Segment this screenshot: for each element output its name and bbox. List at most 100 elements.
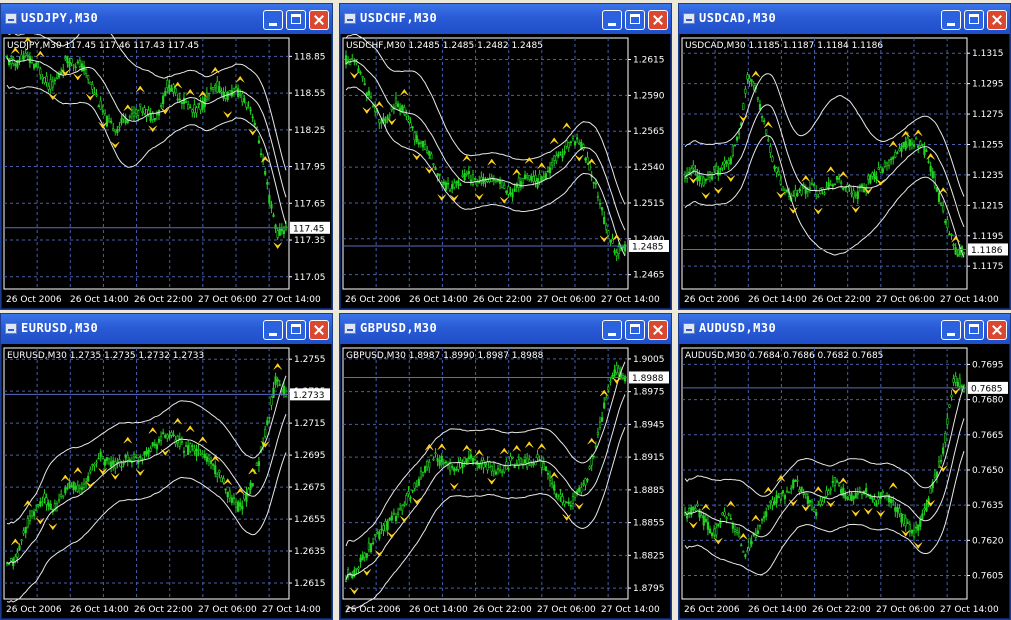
candle-body: [228, 490, 231, 499]
candlestick: [615, 361, 618, 375]
maximize-button[interactable]: [286, 320, 306, 340]
candlestick: [463, 169, 466, 183]
candle-body: [565, 501, 568, 504]
candlestick: [234, 498, 238, 512]
chart-area[interactable]: 26 Oct 2006 26 Oct 14:00 26 Oct 22:00 27 Oc…: [341, 34, 670, 308]
maximize-button[interactable]: [625, 10, 645, 30]
candle-body: [798, 489, 801, 492]
candle-body: [600, 417, 604, 422]
candlestick: [216, 75, 219, 94]
chart-window-usdchf[interactable]: USDCHF,M30 26 Oct 2006 26 Oct 14:00 26 Oct…: [339, 3, 672, 310]
x-axis-tick-label: 26 Oct 22:00: [134, 605, 193, 615]
candle-body: [613, 369, 616, 376]
chart-window-usdcad[interactable]: USDCAD,M30 26 Oct 2006 26 Oct 14:00 26 Oct…: [678, 3, 1011, 310]
chart-window-icon[interactable]: [5, 323, 17, 334]
candle-body: [765, 511, 768, 517]
close-button[interactable]: [648, 10, 668, 30]
candlestick: [259, 148, 263, 158]
candle-body: [781, 186, 784, 191]
window-titlebar[interactable]: EURUSD,M30: [1, 314, 332, 344]
maximize-button[interactable]: [625, 320, 645, 340]
chart-window-usdjpy[interactable]: USDJPY,M30 26 Oct 2006 26 Oct 14:00 26 Oct…: [0, 3, 333, 310]
candle-body: [363, 83, 366, 86]
candlestick: [915, 136, 918, 140]
window-titlebar[interactable]: USDCHF,M30: [340, 4, 671, 34]
candlestick: [403, 501, 406, 508]
chart-window-icon[interactable]: [344, 13, 356, 24]
chart-window-icon[interactable]: [683, 323, 695, 334]
price-chart[interactable]: 26 Oct 2006 26 Oct 14:00 26 Oct 22:00 27 Oc…: [341, 344, 670, 618]
candlestick: [467, 165, 470, 180]
minimize-button[interactable]: [602, 10, 622, 30]
candlestick: [424, 465, 427, 474]
minimize-button[interactable]: [602, 320, 622, 340]
candle-body: [854, 194, 857, 196]
candlestick: [182, 447, 186, 458]
window-titlebar[interactable]: USDJPY,M30: [1, 4, 332, 34]
candle-body: [95, 461, 98, 464]
candle-body: [159, 435, 163, 441]
chart-area[interactable]: 26 Oct 2006 26 Oct 14:00 26 Oct 22:00 27 Oc…: [341, 344, 670, 618]
candlestick: [557, 494, 560, 501]
close-button[interactable]: [309, 10, 329, 30]
chart-area[interactable]: 26 Oct 2006 26 Oct 14:00 26 Oct 22:00 27 Oc…: [680, 344, 1009, 618]
window-titlebar[interactable]: AUDUSD,M30: [679, 314, 1010, 344]
chart-window-eurusd[interactable]: EURUSD,M30 26 Oct 2006 26 Oct 14:00 26 Oct…: [0, 313, 333, 620]
price-chart[interactable]: 26 Oct 2006 26 Oct 14:00 26 Oct 22:00 27 Oc…: [2, 344, 331, 618]
close-button[interactable]: [987, 10, 1007, 30]
candlestick: [783, 187, 787, 196]
price-chart[interactable]: 26 Oct 2006 26 Oct 14:00 26 Oct 22:00 27 Oc…: [680, 344, 1009, 618]
current-price-label: 0.7685: [971, 384, 1003, 394]
maximize-button[interactable]: [286, 10, 306, 30]
maximize-button[interactable]: [964, 320, 984, 340]
candlestick: [166, 76, 169, 94]
candle-body: [218, 469, 221, 473]
maximize-button[interactable]: [964, 10, 984, 30]
candlestick: [598, 416, 602, 431]
close-button[interactable]: [648, 320, 668, 340]
minimize-button[interactable]: [941, 10, 961, 30]
candle-body: [725, 517, 728, 519]
price-chart[interactable]: 26 Oct 2006 26 Oct 14:00 26 Oct 22:00 27 Oc…: [2, 34, 331, 308]
chart-area[interactable]: 26 Oct 2006 26 Oct 14:00 26 Oct 22:00 27 Oc…: [680, 34, 1009, 308]
candle-body: [723, 511, 726, 516]
candlestick: [264, 425, 267, 439]
candle-body: [902, 141, 905, 147]
candlestick: [178, 432, 181, 450]
candle-body: [371, 105, 375, 108]
close-button[interactable]: [987, 320, 1007, 340]
candle-body: [413, 131, 416, 141]
window-titlebar[interactable]: USDCAD,M30: [679, 4, 1010, 34]
candle-body: [7, 563, 11, 566]
x-axis-tick-label: 26 Oct 2006: [345, 295, 401, 305]
candle-body: [915, 526, 918, 529]
candlestick: [779, 493, 782, 504]
candle-body: [424, 466, 427, 473]
price-chart[interactable]: 26 Oct 2006 26 Oct 14:00 26 Oct 22:00 27 Oc…: [680, 34, 1009, 308]
fractal-down-icon: [98, 468, 107, 475]
candle-body: [738, 532, 741, 538]
candle-body: [465, 173, 468, 175]
chart-window-icon[interactable]: [683, 13, 695, 24]
y-axis-tick-label: 1.2515: [633, 199, 665, 209]
chart-window-icon[interactable]: [5, 13, 17, 24]
candle-body: [831, 481, 834, 483]
candlestick: [875, 499, 878, 507]
candle-body: [548, 475, 552, 482]
window-titlebar[interactable]: GBPUSD,M30: [340, 314, 671, 344]
chart-window-audusd[interactable]: AUDUSD,M30 26 Oct 2006 26 Oct 14:00 26 Oct…: [678, 313, 1011, 620]
candle-body: [232, 496, 236, 500]
candlestick: [623, 374, 627, 384]
minimize-button[interactable]: [941, 320, 961, 340]
minimize-button[interactable]: [263, 320, 283, 340]
close-button[interactable]: [309, 320, 329, 340]
candle-body: [203, 453, 206, 458]
chart-window-gbpusd[interactable]: GBPUSD,M30 26 Oct 2006 26 Oct 14:00 26 Oct…: [339, 313, 672, 620]
chart-area[interactable]: 26 Oct 2006 26 Oct 14:00 26 Oct 22:00 27 Oc…: [2, 344, 331, 618]
candlestick: [503, 182, 506, 190]
candlestick: [164, 87, 167, 97]
chart-window-icon[interactable]: [344, 323, 356, 334]
minimize-button[interactable]: [263, 10, 283, 30]
price-chart[interactable]: 26 Oct 2006 26 Oct 14:00 26 Oct 22:00 27 Oc…: [341, 34, 670, 308]
chart-area[interactable]: 26 Oct 2006 26 Oct 14:00 26 Oct 22:00 27 Oc…: [2, 34, 331, 308]
